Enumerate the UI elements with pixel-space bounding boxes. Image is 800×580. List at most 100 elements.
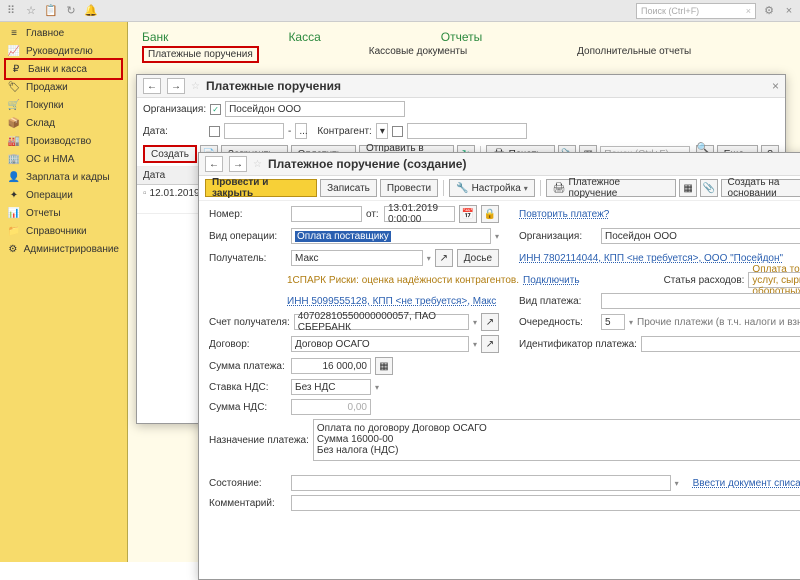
org-label: Организация:: [143, 104, 206, 115]
vat-field[interactable]: Без НДС: [291, 379, 371, 395]
create-button[interactable]: Создать: [143, 145, 197, 163]
settings-button[interactable]: 🔧 Настройка▾: [449, 179, 535, 197]
sidebar-item[interactable]: 🏷Продажи: [0, 78, 127, 96]
sidebar-item[interactable]: ₽Банк и касса: [4, 58, 123, 80]
close-icon[interactable]: ×: [772, 79, 779, 93]
nav-back[interactable]: ←: [143, 78, 161, 94]
global-search[interactable]: Поиск (Ctrl+F)×: [636, 3, 756, 19]
payid-field[interactable]: [641, 336, 800, 352]
org-details-link[interactable]: ИНН 7802114044, КПП <не требуется>, ООО …: [519, 253, 783, 264]
sidebar-item[interactable]: 📦Склад: [0, 114, 127, 132]
contractor-label: Контрагент:: [317, 126, 371, 137]
date-checkbox[interactable]: [209, 126, 220, 137]
calendar-icon[interactable]: 📅: [459, 205, 477, 223]
purpose-field[interactable]: Оплата по договору Договор ОСАГО Сумма 1…: [313, 419, 800, 461]
recipient-details-link[interactable]: ИНН 5099555128, КПП <не требуется>, Макс: [287, 296, 496, 307]
panel-title: Платежные поручения: [206, 79, 341, 93]
sidebar-item-label: Покупки: [26, 100, 64, 111]
link-cash-docs[interactable]: Кассовые документы: [369, 46, 467, 63]
spark-link[interactable]: Подключить: [523, 275, 580, 286]
sidebar-icon: 🏷: [8, 81, 20, 93]
date-field[interactable]: 13.01.2019 0:00:00: [384, 206, 455, 222]
sidebar-icon: ₽: [10, 63, 22, 75]
sidebar-icon: 📊: [8, 207, 20, 219]
sidebar-item-label: Справочники: [26, 226, 87, 237]
sidebar-icon: 📁: [8, 225, 20, 237]
open-icon[interactable]: ↗: [481, 335, 499, 353]
comment-field[interactable]: [291, 495, 800, 511]
sidebar: ≡Главное📈Руководителю₽Банк и касса🏷Прода…: [0, 22, 128, 562]
dossier-button[interactable]: Досье: [457, 249, 499, 267]
nav-back[interactable]: ←: [205, 156, 223, 172]
sidebar-item[interactable]: ⚙Администрирование: [0, 240, 127, 258]
post-button[interactable]: Провести: [380, 179, 438, 197]
sidebar-item[interactable]: ✦Операции: [0, 186, 127, 204]
sidebar-item[interactable]: 🛒Покупки: [0, 96, 127, 114]
fav-icon[interactable]: ☆: [191, 81, 200, 92]
clipboard-icon[interactable]: 📋: [44, 4, 58, 18]
mode-button[interactable]: ▦: [679, 179, 697, 197]
date-from[interactable]: [224, 123, 284, 139]
doc-title: Платежное поручение (создание): [268, 157, 467, 171]
sidebar-item-label: Администрирование: [24, 244, 119, 255]
org-checkbox[interactable]: ✓: [210, 104, 221, 115]
write-button[interactable]: Записать: [320, 179, 377, 197]
sidebar-item-label: Производство: [26, 136, 91, 147]
kind-field[interactable]: Оплата поставщику: [291, 228, 491, 244]
sidebar-icon: 📦: [8, 117, 20, 129]
expense-field[interactable]: Оплата товаров, работ, услуг, сырья и ин…: [748, 272, 800, 288]
account-field[interactable]: 40702810550000000057, ПАО СБЕРБАНК: [294, 314, 469, 330]
sidebar-item[interactable]: 📁 Справочники: [0, 222, 127, 240]
sidebar-item[interactable]: 👤Зарплата и кадры: [0, 168, 127, 186]
nav-fwd[interactable]: →: [229, 156, 247, 172]
contractor-checkbox[interactable]: [392, 126, 403, 137]
sidebar-item[interactable]: 🏢ОС и НМА: [0, 150, 127, 168]
close-icon[interactable]: ×: [782, 4, 796, 18]
link-payment-orders[interactable]: Платежные поручения: [142, 46, 259, 63]
lock-icon[interactable]: 🔒: [481, 205, 499, 223]
sum-field[interactable]: 16 000,00: [291, 358, 371, 374]
org-field[interactable]: Посейдон ООО: [225, 101, 405, 117]
vatsum-field: 0,00: [291, 399, 371, 415]
number-field[interactable]: [291, 206, 362, 222]
state-field[interactable]: [291, 475, 671, 491]
open-icon[interactable]: ↗: [435, 249, 453, 267]
date-label: Дата:: [143, 126, 205, 137]
contractor-value[interactable]: [407, 123, 527, 139]
section-reports: Отчеты: [441, 30, 482, 44]
contract-field[interactable]: Договор ОСАГО: [291, 336, 469, 352]
attach-button[interactable]: 📎: [700, 179, 718, 197]
sidebar-icon: 👤: [8, 171, 20, 183]
sidebar-item[interactable]: 🏭Производство: [0, 132, 127, 150]
priority-field[interactable]: 5: [601, 314, 625, 330]
bell-icon[interactable]: 🔔: [84, 4, 98, 18]
section-bank: Банк: [142, 30, 168, 44]
payment-order-doc-panel: ← → ☆ Платежное поручение (создание) × П…: [198, 152, 800, 580]
sidebar-item-label: Отчеты: [26, 208, 61, 219]
post-close-button[interactable]: Провести и закрыть: [205, 179, 317, 197]
fav-icon[interactable]: ☆: [253, 159, 262, 170]
history-icon[interactable]: ↻: [64, 4, 78, 18]
apps-icon[interactable]: ⠿: [4, 4, 18, 18]
sidebar-item-label: ОС и НМА: [26, 154, 74, 165]
date-to[interactable]: ...: [295, 123, 307, 139]
repeat-payment-link[interactable]: Повторить платеж?: [519, 209, 609, 220]
paytype-field[interactable]: [601, 293, 800, 309]
calc-icon[interactable]: ▦: [375, 357, 393, 375]
writeoff-link[interactable]: Ввести документ списания с расчетного сч…: [693, 478, 800, 489]
nav-fwd[interactable]: →: [167, 78, 185, 94]
link-extra-reports[interactable]: Дополнительные отчеты: [577, 46, 691, 63]
org-field[interactable]: Посейдон ООО: [601, 228, 800, 244]
star-icon[interactable]: ☆: [24, 4, 38, 18]
sidebar-item[interactable]: ≡ Главное: [0, 24, 127, 42]
open-icon[interactable]: ↗: [481, 313, 499, 331]
sidebar-item-label: Руководителю: [26, 46, 93, 57]
create-based-button[interactable]: Создать на основании▾: [721, 179, 800, 197]
sidebar-item-label: Главное: [26, 28, 64, 39]
print-po-button[interactable]: 🖨 Платежное поручение: [546, 179, 676, 197]
sidebar-icon: ≡: [8, 27, 20, 39]
recipient-field[interactable]: Макс: [291, 250, 423, 266]
contractor-field[interactable]: ▾: [376, 123, 388, 139]
gear-icon[interactable]: ⚙: [762, 4, 776, 18]
sidebar-item[interactable]: 📊 Отчеты: [0, 204, 127, 222]
